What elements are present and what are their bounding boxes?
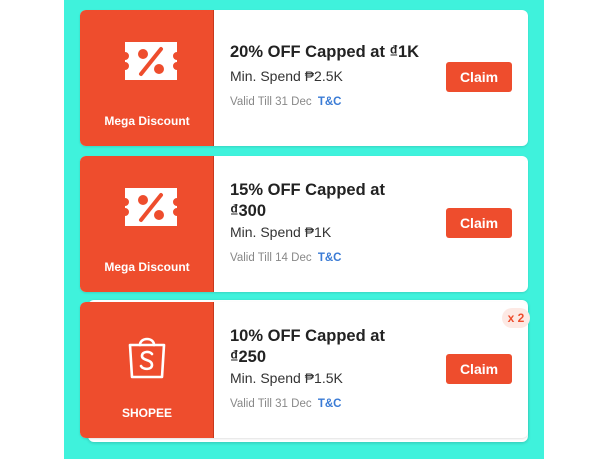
stub-label: SHOPEE xyxy=(121,406,172,420)
voucher-stub: Mega Discount xyxy=(80,10,214,146)
min-spend: Min. Spend ₱2.5K xyxy=(230,68,343,84)
quantity-badge: x 2 xyxy=(502,308,530,328)
valid-date-text: Valid Till 31 Dec xyxy=(230,398,312,410)
voucher-stub: SHOPEE xyxy=(80,302,214,438)
voucher-title-line: ₫250 xyxy=(230,348,266,366)
voucher-title-line: 15% OFF Capped at xyxy=(230,181,385,199)
valid-date: Valid Till 31 Dec T&C xyxy=(230,398,341,410)
valid-date: Valid Till 31 Dec T&C xyxy=(230,96,341,108)
shopee-bag-icon xyxy=(128,337,166,379)
voucher-card: Mega Discount 15% OFF Capped at ₫300 Min… xyxy=(80,156,528,292)
discount-ticket-icon xyxy=(125,42,177,80)
voucher-title-line: 20% OFF Capped at ₫1K xyxy=(230,43,420,61)
stub-label: Mega Discount xyxy=(104,260,190,274)
terms-link[interactable]: T&C xyxy=(318,398,342,410)
claim-button[interactable]: Claim xyxy=(446,354,512,384)
valid-date-text: Valid Till 31 Dec xyxy=(230,96,312,108)
claim-button[interactable]: Claim xyxy=(446,62,512,92)
voucher-title: 10% OFF Capped at ₫250 xyxy=(230,326,450,368)
voucher-card: Mega Discount 20% OFF Capped at ₫1K Min.… xyxy=(80,10,528,146)
valid-date: Valid Till 14 Dec T&C xyxy=(230,252,341,264)
min-spend: Min. Spend ₱1.5K xyxy=(230,370,343,386)
voucher-title: 15% OFF Capped at ₫300 xyxy=(230,180,450,222)
terms-link[interactable]: T&C xyxy=(318,252,342,264)
terms-link[interactable]: T&C xyxy=(318,96,342,108)
voucher-title: 20% OFF Capped at ₫1K xyxy=(230,42,450,63)
discount-ticket-icon xyxy=(125,188,177,226)
claim-button[interactable]: Claim xyxy=(446,208,512,238)
voucher-title-line: ₫300 xyxy=(230,202,266,220)
voucher-title-line: 10% OFF Capped at xyxy=(230,327,385,345)
voucher-stub: Mega Discount xyxy=(80,156,214,292)
min-spend: Min. Spend ₱1K xyxy=(230,224,332,240)
stub-label: Mega Discount xyxy=(104,114,190,128)
voucher-card: SHOPEE 10% OFF Capped at ₫250 Min. Spend… xyxy=(80,302,528,438)
valid-date-text: Valid Till 14 Dec xyxy=(230,252,312,264)
